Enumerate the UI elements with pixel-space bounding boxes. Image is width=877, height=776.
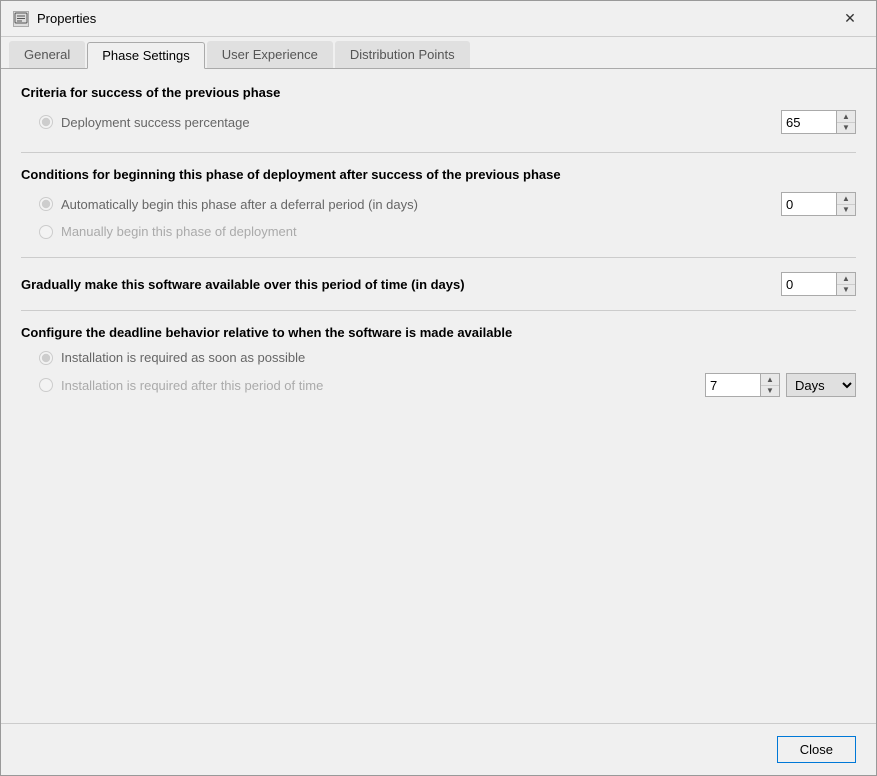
criteria-spinner: ▲ ▼ <box>781 110 856 134</box>
conditions-option2-label: Manually begin this phase of deployment <box>61 224 297 239</box>
deadline-spinner: ▲ ▼ <box>705 373 780 397</box>
conditions-section: Conditions for beginning this phase of d… <box>21 167 856 239</box>
gradually-spinner-buttons: ▲ ▼ <box>836 272 856 296</box>
window-title: Properties <box>37 11 96 26</box>
tab-distribution-points[interactable]: Distribution Points <box>335 41 470 68</box>
divider3 <box>21 310 856 311</box>
tab-general[interactable]: General <box>9 41 85 68</box>
tab-phase-settings[interactable]: Phase Settings <box>87 42 204 69</box>
deadline-spinner-buttons: ▲ ▼ <box>760 373 780 397</box>
criteria-spinner-wrapper: ▲ ▼ <box>781 110 856 134</box>
gradually-spinner: ▲ ▼ <box>781 272 856 296</box>
close-button[interactable]: Close <box>777 736 856 763</box>
gradually-label: Gradually make this software available o… <box>21 277 465 292</box>
conditions-radio2[interactable] <box>39 225 53 239</box>
deadline-period-row: ▲ ▼ Days Weeks Months <box>705 373 856 397</box>
criteria-section-title: Criteria for success of the previous pha… <box>21 85 856 100</box>
conditions-spinner-buttons: ▲ ▼ <box>836 192 856 216</box>
criteria-option1-label: Deployment success percentage <box>61 115 250 130</box>
deadline-option2-left: Installation is required after this peri… <box>39 378 323 393</box>
divider2 <box>21 257 856 258</box>
criteria-option1-left: Deployment success percentage <box>39 115 250 130</box>
deadline-section-title: Configure the deadline behavior relative… <box>21 325 856 340</box>
criteria-spin-down[interactable]: ▼ <box>837 123 855 134</box>
criteria-radio1[interactable] <box>39 115 53 129</box>
window-close-button[interactable]: ✕ <box>836 9 864 29</box>
conditions-option1-label: Automatically begin this phase after a d… <box>61 197 418 212</box>
deadline-option2-row: Installation is required after this peri… <box>21 373 856 397</box>
properties-icon <box>13 11 29 27</box>
criteria-spin-up[interactable]: ▲ <box>837 111 855 123</box>
criteria-value-input[interactable] <box>781 110 836 134</box>
conditions-spinner-wrapper: ▲ ▼ <box>781 192 856 216</box>
conditions-value-input[interactable] <box>781 192 836 216</box>
gradually-spin-down[interactable]: ▼ <box>837 285 855 296</box>
deadline-radio1[interactable] <box>39 351 53 365</box>
tab-bar: General Phase Settings User Experience D… <box>1 37 876 69</box>
deadline-spin-down[interactable]: ▼ <box>761 386 779 397</box>
gradually-spin-up[interactable]: ▲ <box>837 273 855 285</box>
conditions-option1-left: Automatically begin this phase after a d… <box>39 197 418 212</box>
title-bar-left: Properties <box>13 11 96 27</box>
deadline-option1-label: Installation is required as soon as poss… <box>61 350 305 365</box>
conditions-option2-row: Manually begin this phase of deployment <box>21 224 856 239</box>
criteria-section: Criteria for success of the previous pha… <box>21 85 856 134</box>
conditions-section-title: Conditions for beginning this phase of d… <box>21 167 856 182</box>
conditions-spinner: ▲ ▼ <box>781 192 856 216</box>
divider1 <box>21 152 856 153</box>
tab-user-experience[interactable]: User Experience <box>207 41 333 68</box>
criteria-option1-row: Deployment success percentage ▲ ▼ <box>21 110 856 134</box>
title-bar: Properties ✕ <box>1 1 876 37</box>
conditions-spin-up[interactable]: ▲ <box>837 193 855 205</box>
conditions-option1-row: Automatically begin this phase after a d… <box>21 192 856 216</box>
deadline-option1-left: Installation is required as soon as poss… <box>39 350 305 365</box>
properties-dialog: Properties ✕ General Phase Settings User… <box>0 0 877 776</box>
dialog-footer: Close <box>1 723 876 775</box>
gradually-row: Gradually make this software available o… <box>21 272 856 296</box>
deadline-option1-row: Installation is required as soon as poss… <box>21 350 856 365</box>
conditions-spin-down[interactable]: ▼ <box>837 205 855 216</box>
deadline-value-input[interactable] <box>705 373 760 397</box>
conditions-option2-left: Manually begin this phase of deployment <box>39 224 297 239</box>
deadline-section: Configure the deadline behavior relative… <box>21 325 856 397</box>
deadline-option2-label: Installation is required after this peri… <box>61 378 323 393</box>
criteria-spinner-buttons: ▲ ▼ <box>836 110 856 134</box>
tab-content: Criteria for success of the previous pha… <box>1 69 876 723</box>
deadline-period-select[interactable]: Days Weeks Months <box>786 373 856 397</box>
gradually-value-input[interactable] <box>781 272 836 296</box>
conditions-radio1[interactable] <box>39 197 53 211</box>
gradually-spinner-wrapper: ▲ ▼ <box>781 272 856 296</box>
deadline-radio2[interactable] <box>39 378 53 392</box>
deadline-spin-up[interactable]: ▲ <box>761 374 779 386</box>
